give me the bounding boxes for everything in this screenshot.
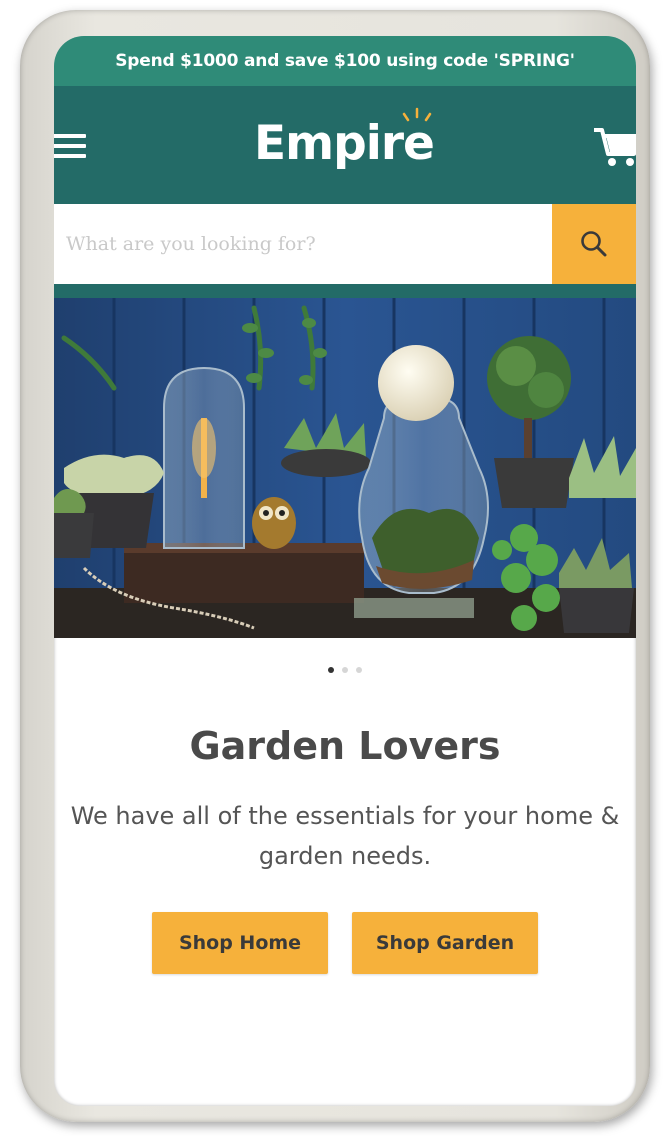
hero-image[interactable] bbox=[54, 298, 636, 638]
hero-description: We have all of the essentials for your h… bbox=[70, 802, 620, 870]
hero-title: Garden Lovers bbox=[189, 724, 501, 768]
hamburger-menu-icon[interactable] bbox=[54, 134, 86, 160]
site-header: Empire bbox=[54, 86, 636, 204]
shopping-cart-icon[interactable] bbox=[592, 124, 636, 168]
site-logo[interactable]: Empire bbox=[254, 116, 435, 171]
logo-sparkle-icon bbox=[402, 107, 432, 122]
promo-text: Spend $1000 and save $100 using code 'SP… bbox=[115, 51, 575, 71]
carousel-indicators bbox=[54, 658, 636, 677]
search-icon bbox=[581, 231, 607, 257]
shop-home-button[interactable]: Shop Home bbox=[152, 912, 328, 974]
shop-home-label: Shop Home bbox=[178, 932, 302, 954]
carousel-dot[interactable] bbox=[356, 667, 362, 673]
search-button[interactable] bbox=[552, 204, 636, 284]
promo-banner[interactable]: Spend $1000 and save $100 using code 'SP… bbox=[54, 36, 636, 86]
carousel-dot[interactable] bbox=[342, 667, 348, 673]
header-divider bbox=[54, 284, 636, 298]
garden-photo bbox=[54, 298, 636, 638]
carousel-dot[interactable] bbox=[328, 667, 334, 673]
app-screen: Spend $1000 and save $100 using code 'SP… bbox=[54, 36, 636, 1106]
shop-garden-button[interactable]: Shop Garden bbox=[352, 912, 538, 974]
search-bar bbox=[54, 204, 636, 284]
search-input[interactable] bbox=[54, 204, 554, 284]
shop-garden-label: Shop Garden bbox=[375, 932, 515, 954]
